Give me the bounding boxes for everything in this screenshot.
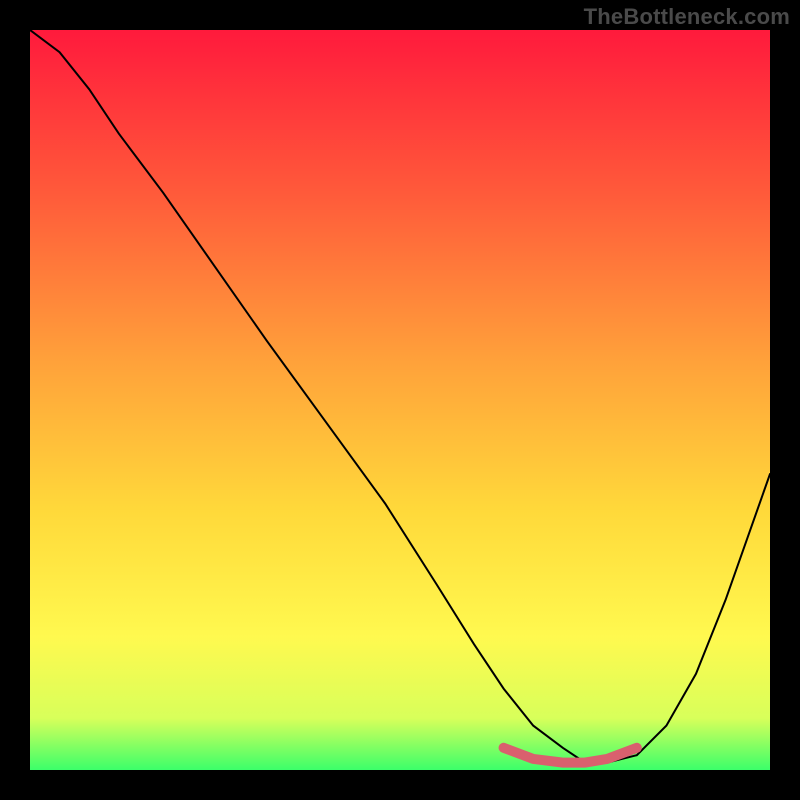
chart-svg bbox=[30, 30, 770, 770]
gradient-background bbox=[30, 30, 770, 770]
watermark-text: TheBottleneck.com bbox=[584, 4, 790, 30]
chart-frame: TheBottleneck.com bbox=[0, 0, 800, 800]
plot-area bbox=[30, 30, 770, 770]
